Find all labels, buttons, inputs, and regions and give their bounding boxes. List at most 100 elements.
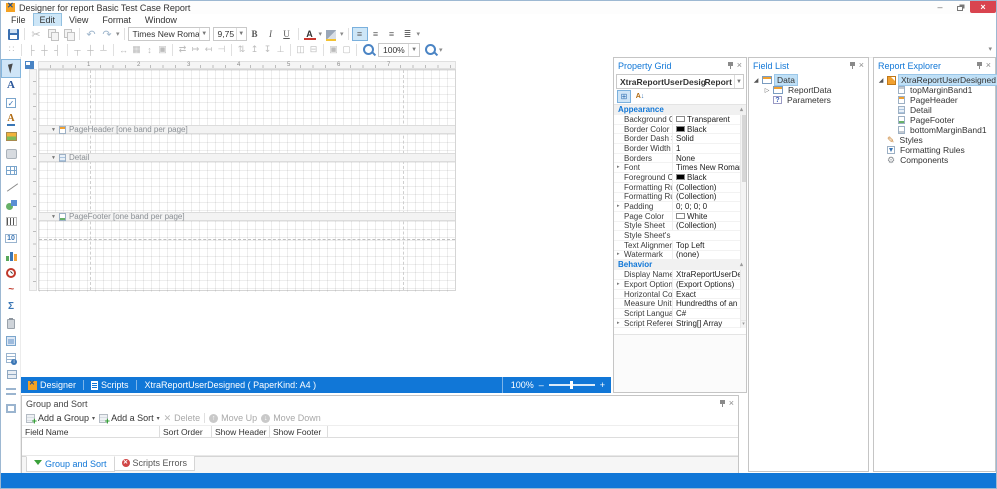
- property-value[interactable]: Black: [672, 125, 746, 134]
- highlight-dropdown[interactable]: ▾: [340, 30, 344, 38]
- font-name-combo[interactable]: Times New Roman ▼: [128, 27, 210, 41]
- collapse-arrow-icon[interactable]: ▼: [51, 155, 56, 161]
- make-same-height-icon[interactable]: ↕: [143, 43, 156, 56]
- zoom-slider-thumb[interactable]: [570, 381, 573, 389]
- collapse-arrow-icon[interactable]: ▼: [51, 214, 56, 220]
- expand-icon[interactable]: ▸: [617, 320, 620, 326]
- property-row[interactable]: Border Dash StySolid: [614, 134, 746, 144]
- add-a-group-button[interactable]: Add a Group▾: [26, 413, 95, 423]
- property-value[interactable]: None: [672, 154, 746, 163]
- report-explorer-item-bottommarginband1[interactable]: bottomMarginBand1: [874, 125, 995, 135]
- scroll-down-arrow[interactable]: ▾: [740, 320, 746, 328]
- property-row[interactable]: Foreground ColBlack: [614, 173, 746, 183]
- property-value[interactable]: Solid: [672, 134, 746, 143]
- property-row[interactable]: Script LanguageC#: [614, 309, 746, 319]
- dropdown-chevron[interactable]: ▾: [157, 415, 160, 422]
- category-appearance[interactable]: Appearance: [614, 105, 746, 115]
- label-tool[interactable]: A: [2, 77, 20, 94]
- column-header-sort-order[interactable]: Sort Order: [160, 426, 212, 437]
- property-value[interactable]: Times New Roman;...: [672, 163, 746, 172]
- close-icon[interactable]: ×: [986, 61, 991, 70]
- close-icon[interactable]: ×: [737, 61, 742, 70]
- restore-button[interactable]: [950, 1, 970, 13]
- property-row[interactable]: BordersNone: [614, 154, 746, 164]
- report-explorer-item-topmarginband1[interactable]: topMarginBand1: [874, 85, 995, 95]
- object-selector-dropdown[interactable]: ▼: [734, 75, 743, 88]
- paste-button[interactable]: [60, 27, 76, 41]
- pivot-grid-tool[interactable]: Σ: [2, 298, 20, 315]
- collapsed-twisty-icon[interactable]: ▷: [764, 87, 770, 94]
- align-centers-icon[interactable]: ┼: [38, 43, 51, 56]
- align-bottoms-icon[interactable]: ┴: [97, 43, 110, 56]
- equal-vertical-spacing-icon[interactable]: ⇅: [235, 43, 248, 56]
- property-value[interactable]: XtraReportUserDe...: [672, 270, 746, 279]
- sparkline-tool[interactable]: ~: [2, 281, 20, 298]
- zoom-button[interactable]: [360, 43, 376, 57]
- toolbar-overflow-chevron[interactable]: ▾: [988, 45, 992, 53]
- table-tool[interactable]: [2, 162, 20, 179]
- barcode-tool[interactable]: [2, 213, 20, 230]
- page-info-tool[interactable]: [2, 315, 20, 332]
- pin-icon[interactable]: [720, 400, 725, 407]
- copy-button[interactable]: [44, 27, 60, 41]
- cut-button[interactable]: ✂: [28, 27, 44, 41]
- remove-vertical-spacing-icon[interactable]: ⊥: [274, 43, 287, 56]
- tab-group-and-sort[interactable]: Group and Sort: [26, 456, 115, 472]
- property-value[interactable]: Transparent: [672, 115, 746, 124]
- ruler-corner-icon[interactable]: [25, 61, 34, 69]
- close-icon[interactable]: ×: [859, 61, 864, 70]
- property-row[interactable]: Style Sheet(Collection): [614, 222, 746, 232]
- zoom-tool-button[interactable]: [422, 43, 438, 57]
- remove-horizontal-spacing-icon[interactable]: ⊣: [215, 43, 228, 56]
- cross-band-line-tool[interactable]: [2, 383, 20, 400]
- property-value[interactable]: C#: [672, 309, 746, 318]
- report-explorer-item-pageheader[interactable]: PageHeader: [874, 95, 995, 105]
- align-left-button[interactable]: ≡: [352, 27, 368, 41]
- font-name-dropdown[interactable]: ▼: [199, 28, 209, 40]
- bring-to-front-icon[interactable]: ▣: [327, 43, 340, 56]
- center-horizontally-icon[interactable]: ◫: [294, 43, 307, 56]
- align-justify-button[interactable]: ≣: [400, 27, 416, 41]
- pagefooter-band-header[interactable]: ▼ PageFooter [one band per page]: [39, 212, 455, 221]
- bold-button[interactable]: B: [247, 27, 263, 41]
- property-value[interactable]: String[] Array: [672, 319, 746, 328]
- group-sort-empty-rows[interactable]: [22, 438, 738, 456]
- property-value[interactable]: White: [672, 212, 746, 221]
- property-row[interactable]: ▸Padding0; 0; 0; 0: [614, 202, 746, 212]
- expand-icon[interactable]: ▸: [617, 203, 620, 209]
- property-value[interactable]: 1: [672, 144, 746, 153]
- check-box-tool[interactable]: ✓: [2, 94, 20, 111]
- pin-icon[interactable]: [850, 62, 855, 69]
- collapse-arrow-icon[interactable]: ▼: [51, 127, 56, 133]
- field-list-item-reportdata[interactable]: ▷ReportData: [749, 85, 868, 95]
- property-value[interactable]: (Collection): [672, 221, 746, 230]
- decrease-vertical-spacing-icon[interactable]: ↧: [261, 43, 274, 56]
- menu-item-format[interactable]: Format: [96, 14, 137, 26]
- save-button[interactable]: [5, 27, 21, 41]
- align-dropdown[interactable]: ▾: [417, 30, 421, 38]
- make-same-width-icon[interactable]: ↔: [117, 43, 130, 56]
- pin-icon[interactable]: [728, 62, 733, 69]
- property-row[interactable]: Page ColorWhite: [614, 212, 746, 222]
- undo-dropdown-chevron[interactable]: ▾: [116, 30, 120, 38]
- shape-tool[interactable]: [2, 196, 20, 213]
- report-explorer-item-formatting-rules[interactable]: Formatting Rules: [874, 145, 995, 155]
- expand-icon[interactable]: ▸: [617, 251, 620, 257]
- tab-scripts[interactable]: Scripts: [84, 377, 136, 393]
- field-list-item-data[interactable]: ◢Data: [749, 75, 868, 85]
- subreport-tool[interactable]: [2, 332, 20, 349]
- highlight-button[interactable]: [323, 27, 339, 41]
- pageheader-band-content[interactable]: [39, 134, 455, 153]
- align-right-button[interactable]: ≡: [384, 27, 400, 41]
- property-row[interactable]: Border ColorBlack: [614, 125, 746, 135]
- tab-scripts-errors[interactable]: ✕Scripts Errors: [115, 456, 196, 471]
- property-row[interactable]: Border Width1: [614, 144, 746, 154]
- redo-button[interactable]: ↷: [99, 27, 115, 41]
- menu-item-view[interactable]: View: [63, 14, 94, 26]
- tab-designer[interactable]: Designer: [21, 377, 83, 393]
- close-icon[interactable]: ×: [729, 399, 734, 408]
- report-explorer-item-pagefooter[interactable]: PageFooter: [874, 115, 995, 125]
- align-lefts-icon[interactable]: ├: [25, 43, 38, 56]
- cross-band-box-tool[interactable]: [2, 400, 20, 417]
- detail-band-header[interactable]: ▼ Detail: [39, 153, 455, 162]
